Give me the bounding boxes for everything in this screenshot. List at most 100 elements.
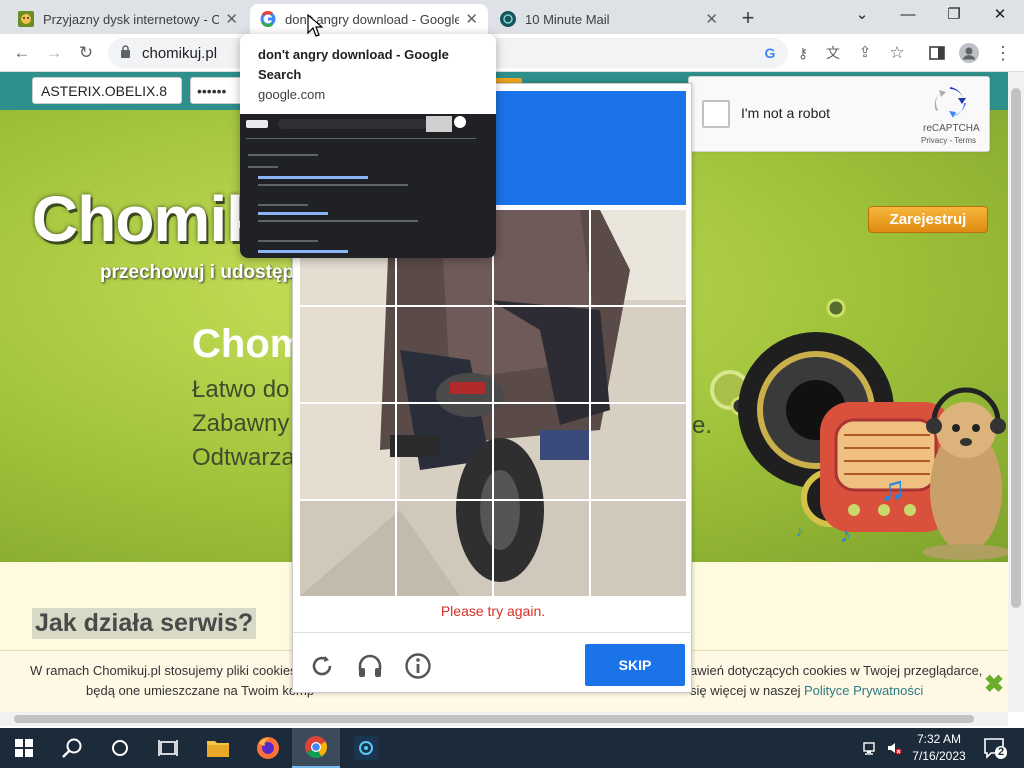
app-icon[interactable] (342, 728, 390, 768)
tab-strip: Przyjazny dysk internetowy - Cho ✕ don't… (0, 0, 1024, 34)
tagline: przechowuj i udostępni (100, 262, 312, 283)
notification-count: 2 (995, 746, 1008, 759)
share-icon[interactable]: ⇪ (852, 40, 878, 66)
side-panel-icon[interactable] (924, 40, 950, 66)
register-button[interactable]: Zarejestruj (868, 206, 988, 233)
file-explorer-icon[interactable] (194, 728, 242, 768)
task-view-icon[interactable] (144, 728, 192, 768)
preview-text (248, 166, 278, 168)
preview-divider (246, 138, 476, 139)
windows-taskbar: 7:32 AM 7/16/2023 2 (0, 728, 1024, 768)
volume-muted-icon[interactable] (886, 740, 902, 756)
hover-card-domain: google.com (258, 87, 326, 102)
preview-avatar (454, 116, 466, 128)
privacy-policy-link[interactable]: Polityce Prywatności (804, 681, 923, 701)
back-arrow-icon[interactable]: ← (9, 40, 35, 66)
grid-tile[interactable] (300, 307, 395, 402)
preview-logo (246, 120, 268, 128)
network-icon[interactable] (862, 740, 878, 756)
svg-text:♫: ♫ (880, 470, 906, 508)
login-input[interactable]: ASTERIX.OBELIX.8 (32, 77, 182, 104)
cortana-icon[interactable] (96, 728, 144, 768)
feature-line: Zabawny (192, 410, 290, 437)
hover-card-title: don't angry download - Google Search (258, 47, 449, 82)
firefox-icon[interactable] (244, 728, 292, 768)
recaptcha-logo-icon (934, 87, 966, 118)
forward-arrow-icon[interactable]: → (41, 40, 67, 66)
feature-line: Odtwarza (192, 444, 295, 471)
recaptcha-checkbox[interactable] (702, 100, 730, 128)
grid-tile[interactable] (494, 307, 589, 402)
grid-tile[interactable] (591, 404, 686, 499)
challenge-divider (293, 632, 693, 633)
close-window-button[interactable]: ✕ (980, 2, 1020, 28)
grid-tile[interactable] (397, 501, 492, 596)
music-illustration: ♫ ♪ ♪ (710, 298, 1008, 560)
grid-tile[interactable] (591, 210, 686, 305)
grid-tile[interactable] (397, 404, 492, 499)
recaptcha-terms-link[interactable]: Terms (954, 136, 976, 145)
audio-challenge-icon[interactable] (355, 651, 385, 681)
preview-searchbox (278, 119, 428, 129)
bookmark-star-icon[interactable]: ☆ (884, 40, 910, 66)
preview-text (258, 220, 418, 222)
recaptcha-label: I'm not a robot (741, 105, 831, 121)
menu-kebab-icon[interactable]: ⋮ (990, 40, 1016, 66)
system-clock[interactable]: 7:32 AM 7/16/2023 (906, 731, 972, 765)
scrollbar-thumb[interactable] (1011, 88, 1021, 608)
start-windows-icon[interactable] (0, 728, 48, 768)
clock-date: 7/16/2023 (912, 749, 966, 763)
reload-challenge-icon[interactable] (307, 651, 337, 681)
minimize-button[interactable]: — (888, 2, 928, 28)
cookie-text-1a: W ramach Chomikuj.pl stosujemy pliki coo… (30, 663, 297, 678)
grid-tile[interactable] (494, 404, 589, 499)
chrome-icon[interactable] (292, 728, 340, 768)
tab-close-icon[interactable]: ✕ (465, 10, 478, 28)
key-icon[interactable]: ⚷ (790, 40, 816, 66)
grid-tile[interactable] (494, 501, 589, 596)
recaptcha-privacy-link[interactable]: Privacy (921, 136, 947, 145)
grid-tile[interactable] (397, 307, 492, 402)
info-icon[interactable] (403, 651, 433, 681)
preview-link (258, 212, 328, 215)
tab-search-button[interactable]: ⌄ (842, 2, 882, 28)
maximize-button[interactable]: ❐ (934, 2, 974, 28)
tab-close-icon[interactable]: ✕ (705, 10, 718, 28)
recaptcha-widget: I'm not a robot reCAPTCHA Privacy - Term… (688, 76, 990, 152)
mouse-cursor-icon (307, 14, 323, 37)
svg-text:♪: ♪ (840, 522, 851, 547)
svg-text:♪: ♪ (796, 523, 803, 539)
preview-link (258, 250, 348, 253)
cookie-text-1b: awień dotyczących cookies w Twojej przeg… (690, 663, 983, 678)
tab-google-search[interactable]: don't angry download - Google S ✕ (250, 4, 488, 34)
tab-close-icon[interactable]: ✕ (225, 10, 238, 28)
notification-center-icon[interactable]: 2 (982, 736, 1008, 760)
skip-button[interactable]: SKIP (585, 644, 685, 686)
preview-text (248, 154, 318, 156)
scrollbar-thumb[interactable] (14, 715, 974, 723)
translate-icon[interactable]: 文 (820, 40, 846, 66)
feature-line-tail: e. (692, 412, 713, 439)
new-tab-button[interactable]: + (736, 5, 760, 31)
tab-chomikuj[interactable]: Przyjazny dysk internetowy - Cho ✕ (8, 4, 248, 34)
cookie-close-icon[interactable]: ✖ (984, 670, 1004, 699)
search-icon[interactable] (48, 728, 96, 768)
tab-10-minute-mail[interactable]: 10 Minute Mail ✕ (490, 4, 728, 34)
grid-tile[interactable] (494, 210, 589, 305)
cookie-text-2b: się więcej w naszej (690, 683, 801, 698)
horizontal-scrollbar[interactable] (0, 712, 1008, 726)
google-lens-icon[interactable]: G (760, 43, 780, 63)
reload-icon[interactable]: ↻ (73, 40, 99, 66)
grid-tile[interactable] (591, 501, 686, 596)
vertical-scrollbar[interactable] (1008, 72, 1024, 712)
tab-title: Przyjazny dysk internetowy - Cho (43, 11, 220, 27)
grid-tile[interactable] (300, 404, 395, 499)
grid-tile[interactable] (300, 501, 395, 596)
preview-thumbnail (426, 116, 452, 132)
tab-title: 10 Minute Mail (525, 11, 610, 27)
profile-avatar-icon[interactable] (956, 40, 982, 66)
cookie-text-2a: będą one umieszczane na Twoim komp (86, 683, 315, 698)
preview-link (258, 176, 368, 179)
preview-text (258, 184, 408, 186)
grid-tile[interactable] (591, 307, 686, 402)
